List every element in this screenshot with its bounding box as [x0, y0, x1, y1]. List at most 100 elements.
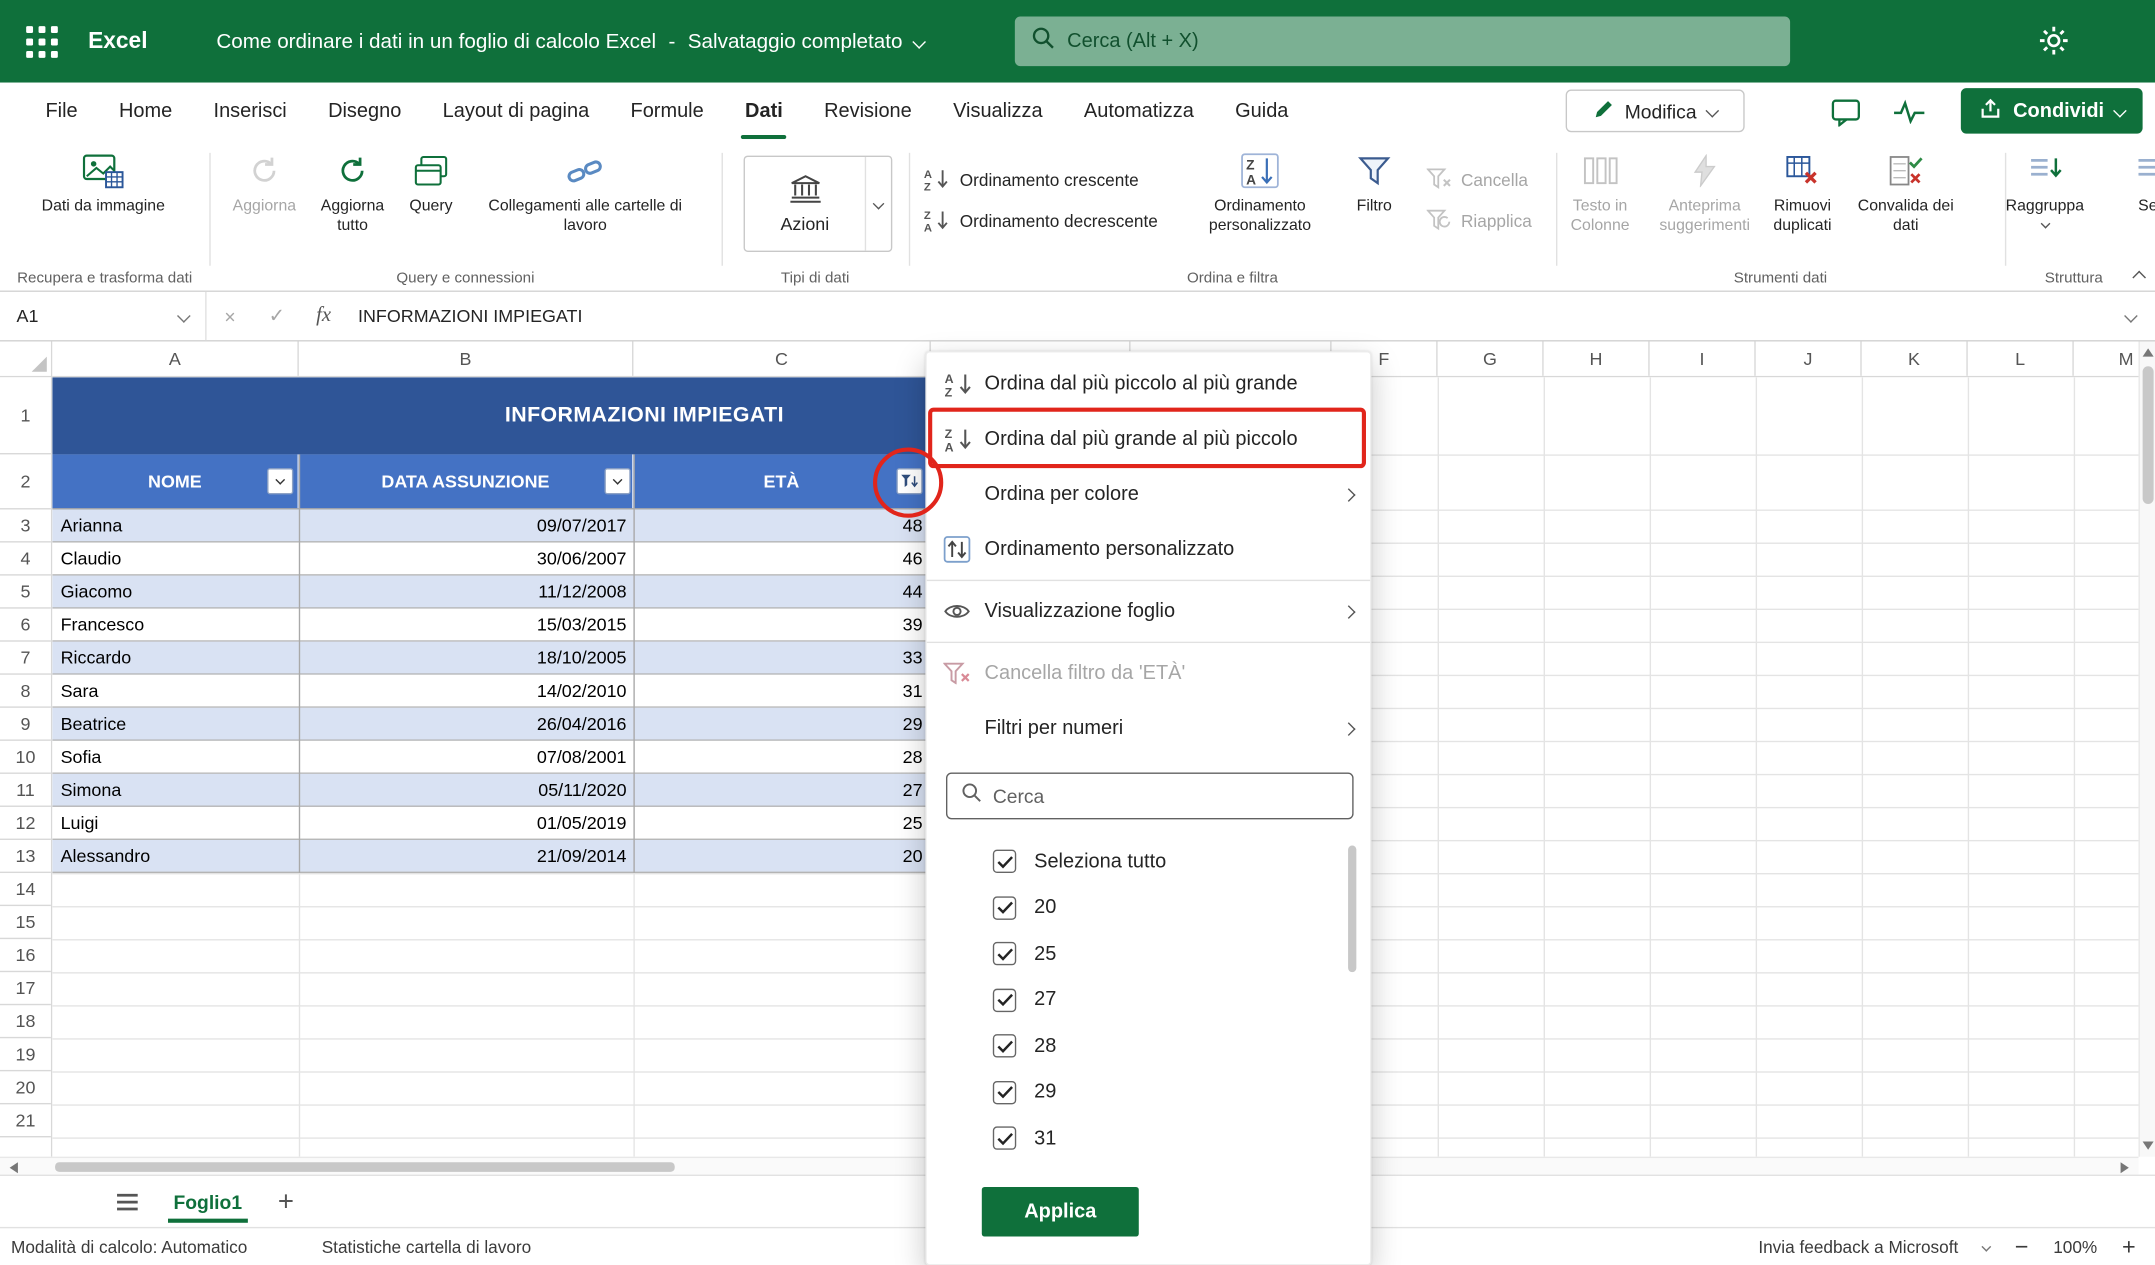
cell-name[interactable]: Alessandro — [52, 840, 298, 872]
menu-item-ordina-dal-pi-grande-al-pi-piccolo[interactable]: ZAOrdina dal più grande al più piccolo — [927, 412, 1370, 467]
row-header-16[interactable]: 16 — [0, 939, 51, 972]
row-header-11[interactable]: 11 — [0, 774, 51, 807]
filter-checkbox-27[interactable]: 27 — [927, 977, 1370, 1023]
ribbon-button-rimuovi-duplicati[interactable]: Rimuovi duplicati — [1754, 149, 1850, 237]
column-header-j[interactable]: J — [1756, 341, 1862, 375]
cell-age[interactable]: 44 — [633, 576, 930, 608]
confirm-entry-icon[interactable]: ✓ — [253, 304, 300, 327]
filter-checkbox-25[interactable]: 25 — [927, 931, 1370, 977]
cell-name[interactable]: Beatrice — [52, 708, 298, 740]
row-header-21[interactable]: 21 — [0, 1104, 51, 1137]
cell-age[interactable]: 29 — [633, 708, 930, 740]
column-header-g[interactable]: G — [1438, 341, 1544, 375]
row-header-20[interactable]: 20 — [0, 1071, 51, 1104]
cell-hire-date[interactable]: 26/04/2016 — [299, 708, 634, 740]
cell-hire-date[interactable]: 07/08/2001 — [299, 741, 634, 773]
cell-hire-date[interactable]: 15/03/2015 — [299, 609, 634, 641]
tab-guida[interactable]: Guida — [1214, 83, 1309, 139]
search-bar[interactable] — [1015, 17, 1790, 67]
filter-list-scrollbar[interactable] — [1348, 845, 1356, 972]
sheet-tab-foglio1[interactable]: Foglio1 — [168, 1176, 248, 1227]
filter-checkbox-20[interactable]: 20 — [927, 885, 1370, 931]
filter-search-box[interactable] — [946, 772, 1354, 819]
ribbon-button-ordinamento-crescente[interactable]: AZ Ordinamento crescente — [923, 162, 1139, 198]
cell-name[interactable]: Francesco — [52, 609, 298, 641]
menu-item-visualizzazione-foglio[interactable]: Visualizzazione foglio — [927, 584, 1370, 639]
scroll-right-icon[interactable] — [2121, 1162, 2129, 1173]
vertical-scroll-thumb[interactable] — [2143, 366, 2154, 504]
settings-gear-icon[interactable] — [2038, 25, 2070, 64]
cell-name[interactable]: Sara — [52, 675, 298, 707]
table-header-eta[interactable]: ETÀ — [633, 454, 930, 508]
cell-name[interactable]: Luigi — [52, 807, 298, 839]
search-input[interactable] — [1067, 30, 1773, 52]
cell-age[interactable]: 20 — [633, 840, 930, 872]
scroll-down-icon[interactable] — [2143, 1142, 2154, 1150]
name-box[interactable]: A1 — [0, 292, 207, 340]
tab-revisione[interactable]: Revisione — [803, 83, 932, 139]
vertical-scrollbar[interactable] — [2138, 341, 2155, 1156]
row-header-19[interactable]: 19 — [0, 1038, 51, 1071]
column-header-c[interactable]: C — [633, 341, 930, 375]
row-header-7[interactable]: 7 — [0, 642, 51, 675]
tab-home[interactable]: Home — [98, 83, 193, 139]
cancel-entry-icon[interactable]: × — [207, 305, 254, 327]
ribbon-button-aggiorna-tutto[interactable]: Aggiorna tutto — [308, 149, 396, 237]
cell-name[interactable]: Giacomo — [52, 576, 298, 608]
activity-button[interactable] — [1884, 92, 1934, 131]
cell-age[interactable]: 31 — [633, 675, 930, 707]
filter-button-nome[interactable] — [267, 468, 293, 494]
ribbon-button-query[interactable]: Query — [397, 149, 466, 217]
insert-function-icon[interactable]: fx — [300, 304, 347, 327]
feedback-chevron-icon[interactable] — [1982, 1242, 1992, 1252]
row-header-15[interactable]: 15 — [0, 906, 51, 939]
sheet-list-icon[interactable] — [117, 1193, 138, 1210]
menu-item-ordina-per-colore[interactable]: Ordina per colore — [927, 467, 1370, 522]
column-header-l[interactable]: L — [1968, 341, 2074, 375]
row-header-17[interactable]: 17 — [0, 972, 51, 1005]
column-header-k[interactable]: K — [1862, 341, 1968, 375]
app-name[interactable]: Excel — [88, 28, 147, 54]
data-types-actions-dropdown[interactable]: Azioni — [744, 156, 893, 252]
row-header-2[interactable]: 2 — [0, 454, 51, 509]
document-title[interactable]: Come ordinare i dati in un foglio di cal… — [216, 30, 924, 53]
tab-layout-di-pagina[interactable]: Layout di pagina — [422, 83, 610, 139]
apply-filter-button[interactable]: Applica — [982, 1187, 1139, 1237]
cell-hire-date[interactable]: 09/07/2017 — [299, 509, 634, 541]
zoom-out-button[interactable]: − — [2015, 1233, 2029, 1261]
mode-switcher-button[interactable]: Modifica — [1566, 90, 1745, 133]
column-header-m[interactable]: M — [2074, 341, 2139, 375]
row-header-12[interactable]: 12 — [0, 807, 51, 840]
column-header-a[interactable]: A — [52, 341, 298, 375]
row-header-14[interactable]: 14 — [0, 873, 51, 906]
tab-inserisci[interactable]: Inserisci — [193, 83, 308, 139]
column-header-b[interactable]: B — [299, 341, 634, 375]
row-header-1[interactable]: 1 — [0, 377, 51, 454]
scroll-left-icon[interactable] — [10, 1162, 18, 1173]
ribbon-button-collegamenti[interactable]: Collegamenti alle cartelle di lavoro — [468, 149, 702, 237]
ribbon-button-filtro[interactable]: Filtro — [1336, 149, 1413, 217]
cell-age[interactable]: 33 — [633, 642, 930, 674]
row-header-9[interactable]: 9 — [0, 708, 51, 741]
table-header-nome[interactable]: NOME — [52, 454, 298, 508]
row-header-4[interactable]: 4 — [0, 543, 51, 576]
scroll-up-icon[interactable] — [2143, 348, 2154, 356]
filter-checkbox-seleziona-tutto[interactable]: Seleziona tutto — [927, 839, 1370, 885]
filter-search-input[interactable] — [993, 785, 1339, 807]
comments-button[interactable] — [1820, 92, 1870, 131]
calc-mode-status[interactable]: Modalità di calcolo: Automatico — [11, 1237, 247, 1256]
cell-age[interactable]: 25 — [633, 807, 930, 839]
column-header-i[interactable]: I — [1650, 341, 1756, 375]
select-all-corner[interactable] — [0, 341, 52, 377]
tab-visualizza[interactable]: Visualizza — [932, 83, 1063, 139]
cell-hire-date[interactable]: 05/11/2020 — [299, 774, 634, 806]
cell-hire-date[interactable]: 18/10/2005 — [299, 642, 634, 674]
ribbon-button-ordinamento-personalizzato[interactable]: ZA Ordinamento personalizzato — [1184, 149, 1335, 237]
add-sheet-button[interactable]: + — [278, 1188, 294, 1216]
cell-name[interactable]: Arianna — [52, 509, 298, 541]
tab-disegno[interactable]: Disegno — [307, 83, 422, 139]
zoom-in-button[interactable]: + — [2122, 1233, 2136, 1261]
cell-name[interactable]: Simona — [52, 774, 298, 806]
share-button[interactable]: Condividi — [1961, 88, 2143, 133]
cell-hire-date[interactable]: 01/05/2019 — [299, 807, 634, 839]
